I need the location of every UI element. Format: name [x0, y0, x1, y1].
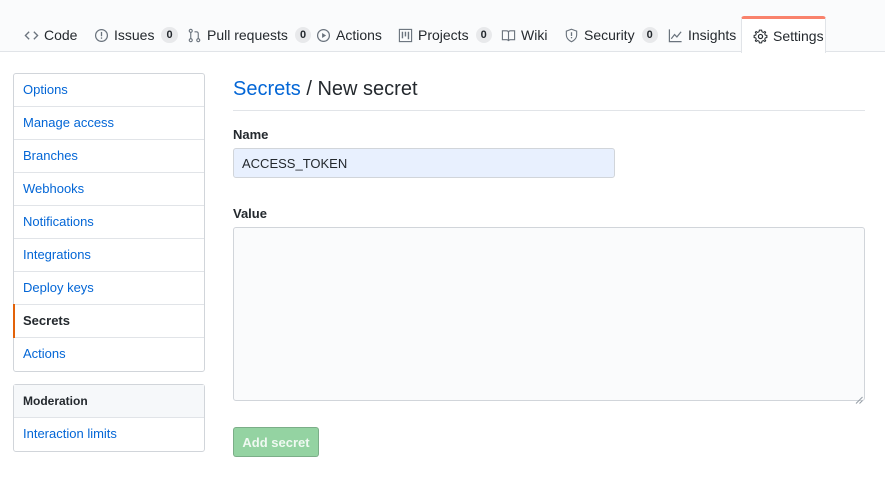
project-icon — [397, 27, 413, 43]
tab-count: 0 — [641, 27, 658, 43]
tab-label: Projects — [418, 27, 469, 43]
tab-security[interactable]: Security 0 — [563, 18, 658, 52]
page-title-text: New secret — [317, 78, 418, 100]
tab-pull-requests[interactable]: Pull requests 0 — [186, 18, 312, 52]
issue-icon — [93, 27, 109, 43]
tab-label: Settings — [773, 28, 824, 44]
tab-code[interactable]: Code — [23, 18, 77, 52]
tab-settings[interactable]: Settings — [741, 16, 826, 53]
tab-projects[interactable]: Projects 0 — [397, 18, 492, 52]
moderation-header: Moderation — [14, 385, 204, 418]
tab-label: Actions — [336, 27, 382, 43]
secret-value-textarea[interactable] — [233, 227, 865, 401]
tab-label: Issues — [114, 27, 155, 43]
play-icon — [315, 27, 331, 43]
tab-wiki[interactable]: Wiki — [500, 18, 547, 52]
breadcrumb-separator: / — [300, 78, 318, 100]
tab-label: Security — [584, 27, 635, 43]
gear-icon — [752, 28, 768, 44]
tab-count: 0 — [475, 27, 492, 43]
sidebar-item-actions[interactable]: Actions — [14, 338, 204, 371]
sidebar-item-manage-access[interactable]: Manage access — [14, 107, 204, 140]
sidebar-item-secrets[interactable]: Secrets — [13, 304, 204, 338]
tab-issues[interactable]: Issues 0 — [93, 18, 178, 52]
sidebar-item-notifications[interactable]: Notifications — [14, 206, 204, 239]
new-secret-form: Secrets / New secret Name Value Add secr… — [233, 74, 865, 457]
shield-icon — [563, 27, 579, 43]
repo-nav: Code Issues 0 Pull requests 0 Actions Pr… — [0, 0, 885, 53]
resize-handle-icon[interactable] — [855, 391, 863, 404]
code-icon — [23, 27, 39, 43]
tab-label: Code — [44, 27, 78, 43]
sidebar-item-webhooks[interactable]: Webhooks — [14, 173, 204, 206]
tab-count: 0 — [294, 27, 312, 43]
sidebar-item-deploy-keys[interactable]: Deploy keys — [14, 272, 204, 305]
tab-insights[interactable]: Insights — [667, 18, 736, 52]
add-secret-button[interactable]: Add secret — [233, 427, 319, 457]
tab-label: Pull requests — [207, 27, 288, 43]
sidebar-item-integrations[interactable]: Integrations — [14, 239, 204, 272]
breadcrumb-secrets-link[interactable]: Secrets — [233, 78, 301, 100]
tab-label: Insights — [688, 27, 737, 43]
graph-icon — [667, 27, 683, 43]
tab-count: 0 — [161, 27, 178, 43]
tab-actions[interactable]: Actions — [315, 18, 382, 52]
sidebar-item-interaction-limits[interactable]: Interaction limits — [14, 418, 204, 451]
sidebar-item-options[interactable]: Options — [14, 74, 204, 107]
moderation-sidebar: Moderation Interaction limits — [13, 384, 205, 452]
settings-sidebar: Options Manage access Branches Webhooks … — [13, 73, 205, 372]
name-label: Name — [233, 127, 269, 142]
value-label: Value — [233, 206, 267, 221]
tab-label: Wiki — [521, 27, 548, 43]
page-title: Secrets / New secret — [233, 74, 865, 111]
sidebar-item-branches[interactable]: Branches — [14, 140, 204, 173]
book-icon — [500, 27, 516, 43]
secret-name-input[interactable] — [233, 148, 615, 178]
pull-request-icon — [186, 27, 202, 43]
